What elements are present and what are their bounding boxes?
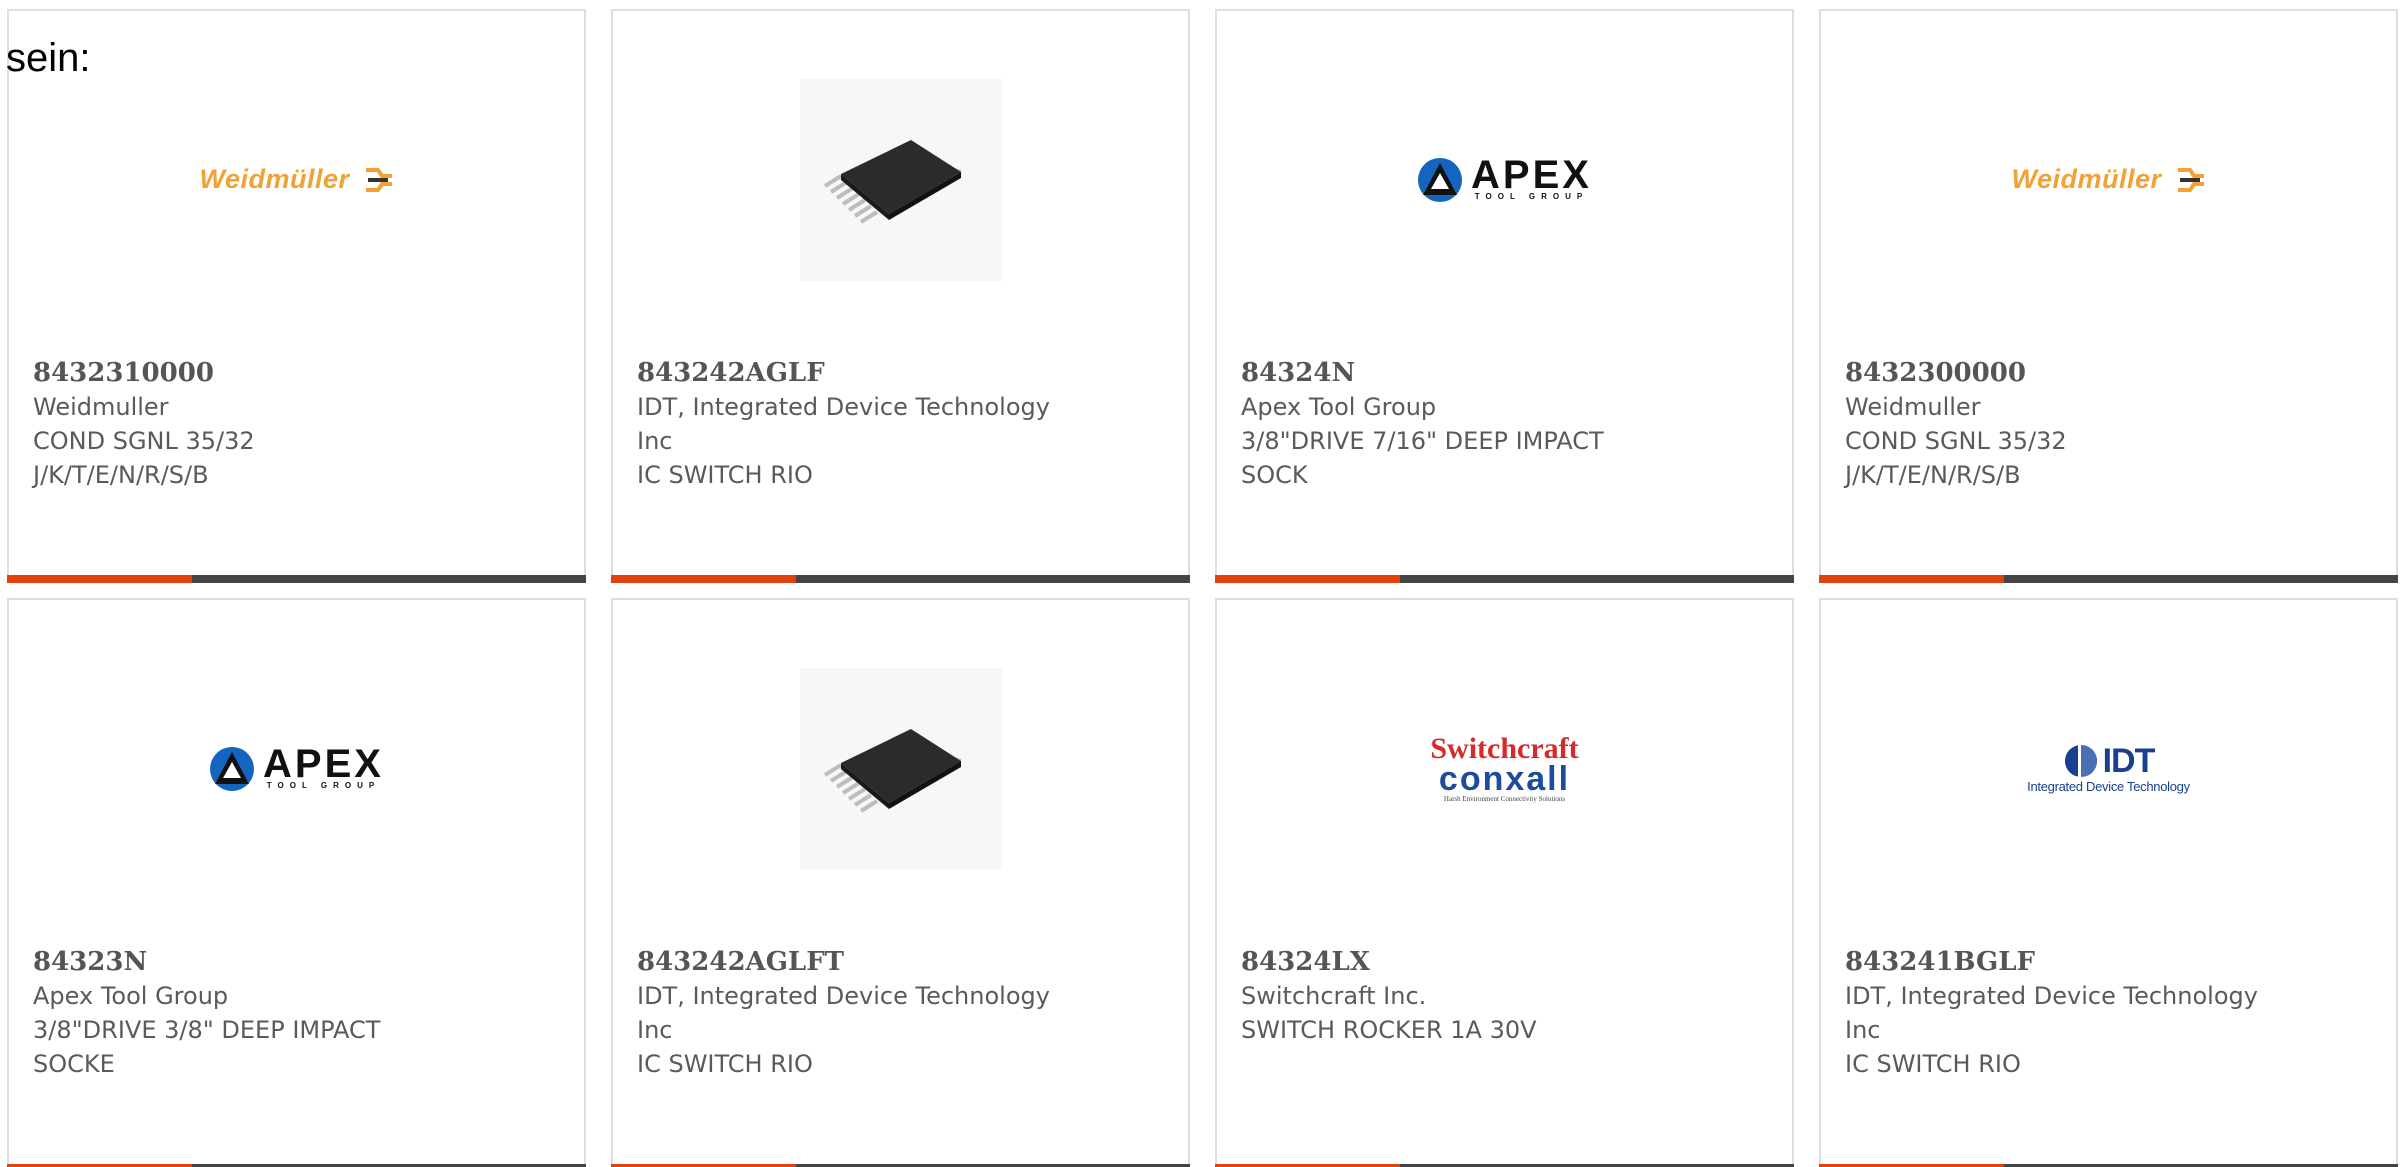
product-card[interactable]: 843242AGLFT IDT, Integrated Device Techn… (611, 598, 1190, 1167)
product-card[interactable]: IDT Integrated Device Technology 843241B… (1819, 598, 2398, 1167)
product-card[interactable]: Weidmüller 8432310000 Weidmuller COND SG… (7, 9, 586, 583)
product-image[interactable]: Switchcraft conxall Harsh Environment Co… (1217, 666, 1792, 871)
part-number[interactable]: 843242AGLFT (637, 945, 1168, 979)
description: COND SGNL 35/32 J/K/T/E/N/R/S/B (33, 427, 255, 489)
product-info: 84323N Apex Tool Group 3/8"DRIVE 3/8" DE… (33, 945, 564, 1081)
product-image[interactable]: APEX TOOL GROUP (1217, 77, 1792, 282)
part-number[interactable]: 843242AGLF (637, 356, 1168, 390)
product-card[interactable]: Switchcraft conxall Harsh Environment Co… (1215, 598, 1794, 1167)
product-image[interactable] (613, 666, 1188, 871)
weidmuller-logo: Weidmüller (2011, 164, 2205, 195)
product-card[interactable]: APEX TOOL GROUP 84323N Apex Tool Group 3… (7, 598, 586, 1167)
part-number[interactable]: 84324LX (1241, 945, 1772, 979)
apex-logo: APEX TOOL GROUP (1417, 155, 1592, 203)
product-info: 84324N Apex Tool Group 3/8"DRIVE 7/16" D… (1241, 356, 1772, 492)
card-bottom-bar (1819, 575, 2398, 583)
product-card[interactable]: 843242AGLF IDT, Integrated Device Techno… (611, 9, 1190, 583)
switchcraft-logo: Switchcraft conxall Harsh Environment Co… (1430, 731, 1579, 803)
product-card[interactable]: APEX TOOL GROUP 84324N Apex Tool Group 3… (1215, 9, 1794, 583)
product-image[interactable]: IDT Integrated Device Technology (1821, 666, 2396, 871)
product-info: 843242AGLFT IDT, Integrated Device Techn… (637, 945, 1168, 1081)
product-info: 8432300000 Weidmuller COND SGNL 35/32 J/… (1845, 356, 2376, 492)
part-number[interactable]: 8432300000 (1845, 356, 2376, 390)
apex-logo: APEX TOOL GROUP (209, 744, 384, 792)
card-accent (1215, 575, 1400, 583)
weidmuller-mark-icon (2177, 167, 2204, 192)
card-accent (7, 575, 192, 583)
ic-chip-image (799, 78, 1002, 281)
apex-mark-icon (1418, 157, 1463, 202)
product-image[interactable]: Weidmüller (9, 77, 584, 282)
idt-logo: IDT Integrated Device Technology (2027, 742, 2190, 794)
apex-mark-icon (210, 746, 255, 791)
part-number[interactable]: 84323N (33, 945, 564, 979)
part-number[interactable]: 8432310000 (33, 356, 564, 390)
idt-mark-icon (2064, 745, 2097, 777)
manufacturer: Weidmuller (1845, 393, 1981, 421)
product-info: 843242AGLF IDT, Integrated Device Techno… (637, 356, 1168, 492)
product-grid-page: sein: Weidmüller 8432310000 Weidmuller C… (0, 0, 2400, 1167)
manufacturer: Weidmuller (33, 393, 169, 421)
description: IC SWITCH RIO (637, 1050, 813, 1078)
ic-chip-icon (823, 139, 962, 224)
description: IC SWITCH RIO (637, 461, 813, 489)
ic-chip-image (799, 667, 1002, 870)
product-image[interactable]: APEX TOOL GROUP (9, 666, 584, 871)
card-bottom-bar (611, 575, 1190, 583)
product-image[interactable] (613, 77, 1188, 282)
description: COND SGNL 35/32 J/K/T/E/N/R/S/B (1845, 427, 2067, 489)
card-bottom-bar (7, 575, 586, 583)
part-number[interactable]: 843241BGLF (1845, 945, 2376, 979)
product-info: 843241BGLF IDT, Integrated Device Techno… (1845, 945, 2376, 1081)
manufacturer: Apex Tool Group (1241, 393, 1437, 421)
card-bottom-bar (1215, 575, 1794, 583)
manufacturer: IDT, Integrated Device Technology Inc (1845, 982, 2258, 1044)
description: 3/8"DRIVE 7/16" DEEP IMPACT SOCK (1241, 427, 1604, 489)
description: IC SWITCH RIO (1845, 1050, 2021, 1078)
description: SWITCH ROCKER 1A 30V (1241, 1016, 1537, 1044)
card-accent (611, 575, 796, 583)
part-number[interactable]: 84324N (1241, 356, 1772, 390)
manufacturer: IDT, Integrated Device Technology Inc (637, 982, 1050, 1044)
description: 3/8"DRIVE 3/8" DEEP IMPACT SOCKE (33, 1016, 381, 1078)
card-accent (1819, 575, 2004, 583)
ic-chip-icon (823, 728, 962, 813)
weidmuller-mark-icon (365, 167, 392, 192)
weidmuller-logo: Weidmüller (199, 164, 393, 195)
manufacturer: Switchcraft Inc. (1241, 982, 1427, 1010)
product-image[interactable]: Weidmüller (1821, 77, 2396, 282)
product-info: 84324LX Switchcraft Inc. SWITCH ROCKER 1… (1241, 945, 1772, 1047)
manufacturer: Apex Tool Group (33, 982, 229, 1010)
product-card[interactable]: Weidmüller 8432300000 Weidmuller COND SG… (1819, 9, 2398, 583)
manufacturer: IDT, Integrated Device Technology Inc (637, 393, 1050, 455)
product-info: 8432310000 Weidmuller COND SGNL 35/32 J/… (33, 356, 564, 492)
intro-text: sein: (6, 36, 91, 80)
